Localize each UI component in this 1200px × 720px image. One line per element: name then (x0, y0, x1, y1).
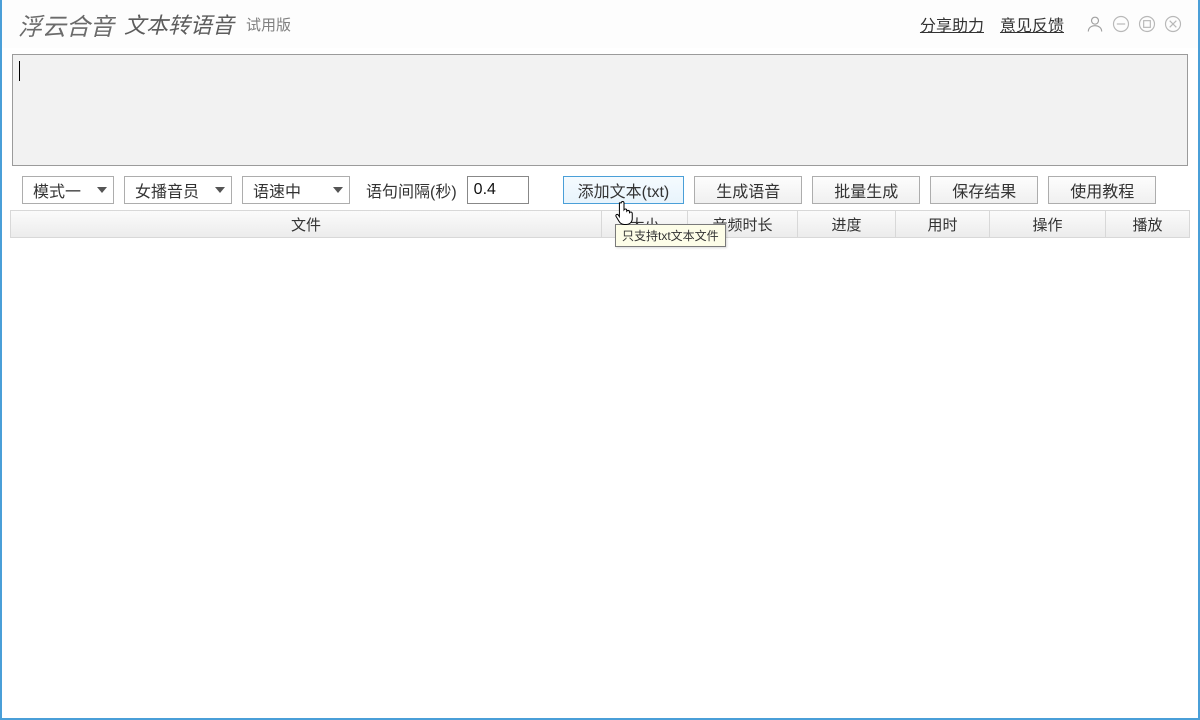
col-progress[interactable]: 进度 (798, 210, 896, 238)
user-icon[interactable] (1084, 13, 1106, 35)
add-text-button[interactable]: 添加文本(txt) (563, 176, 685, 204)
interval-label: 语句间隔(秒) (366, 178, 457, 202)
text-input-wrap (2, 48, 1198, 170)
chevron-down-icon (97, 187, 107, 193)
tooltip: 只支持txt文本文件 (615, 224, 726, 247)
col-play[interactable]: 播放 (1106, 210, 1190, 238)
mode-dropdown[interactable]: 模式一 (22, 176, 114, 204)
table-header: 文件 大小 音频时长 进度 用时 操作 播放 (10, 210, 1190, 238)
col-time[interactable]: 用时 (896, 210, 990, 238)
controls-row: 模式一 女播音员 语速中 语句间隔(秒) 添加文本(txt) 生成语音 批量生成… (2, 170, 1198, 210)
generate-button[interactable]: 生成语音 (694, 176, 802, 204)
maximize-icon[interactable] (1136, 13, 1158, 35)
speed-dropdown[interactable]: 语速中 (242, 176, 350, 204)
feedback-link[interactable]: 意见反馈 (1000, 12, 1064, 36)
minimize-icon[interactable] (1110, 13, 1132, 35)
save-button[interactable]: 保存结果 (930, 176, 1038, 204)
chevron-down-icon (333, 187, 343, 193)
tutorial-button[interactable]: 使用教程 (1048, 176, 1156, 204)
text-caret (19, 61, 20, 81)
voice-label: 女播音员 (135, 178, 199, 202)
batch-button[interactable]: 批量生成 (812, 176, 920, 204)
app-logo: 浮云合音 (18, 7, 114, 42)
text-input-area[interactable] (12, 54, 1188, 166)
close-icon[interactable] (1162, 13, 1184, 35)
app-subtitle: 文本转语音 (124, 8, 234, 40)
mode-label: 模式一 (33, 178, 81, 202)
interval-input[interactable] (467, 176, 529, 204)
share-link[interactable]: 分享助力 (920, 12, 984, 36)
col-file[interactable]: 文件 (10, 210, 602, 238)
title-bar: 浮云合音 文本转语音 试用版 分享助力 意见反馈 (2, 0, 1198, 48)
col-operation[interactable]: 操作 (990, 210, 1106, 238)
voice-dropdown[interactable]: 女播音员 (124, 176, 232, 204)
app-edition: 试用版 (246, 14, 291, 35)
speed-label: 语速中 (253, 178, 301, 202)
chevron-down-icon (215, 187, 225, 193)
